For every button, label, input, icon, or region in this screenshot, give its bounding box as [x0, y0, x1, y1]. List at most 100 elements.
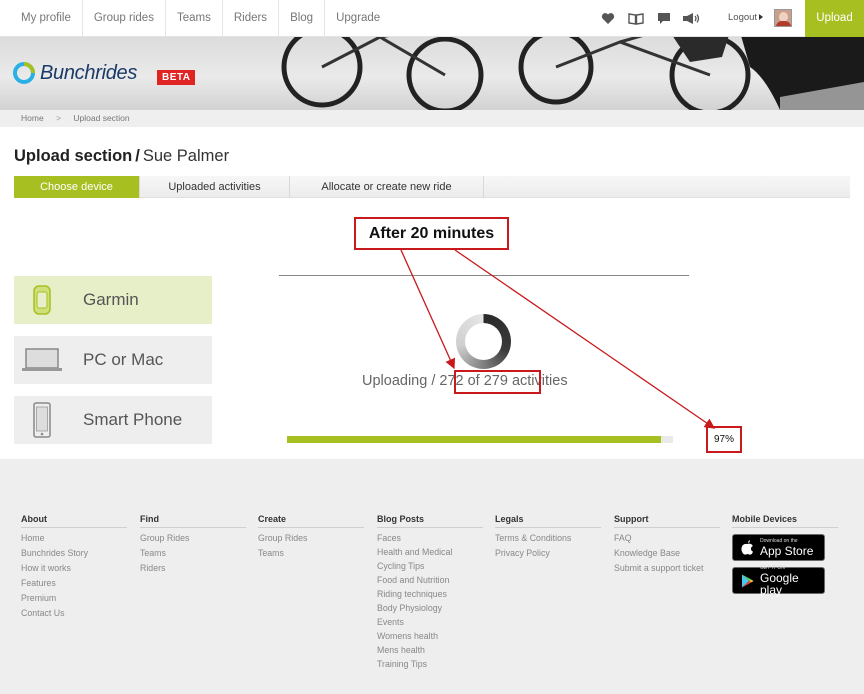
app-store-badge[interactable]: Download on the App Store [732, 534, 825, 561]
page-title-user: Sue Palmer [142, 147, 230, 165]
footer-heading: Blog Posts [377, 514, 483, 528]
footer-col-support: Support FAQ Knowledge Base Submit a supp… [614, 514, 720, 576]
upload-progress-bar [287, 436, 673, 443]
footer-link[interactable]: Terms & Conditions [495, 531, 601, 546]
header-banner: Bunchrides BETA [0, 37, 864, 110]
google-play-badge[interactable]: GET IT ON Google play [732, 564, 825, 597]
loading-spinner-icon [456, 314, 511, 369]
app-store-text: App Store [760, 543, 814, 558]
footer-link[interactable]: Features [21, 576, 127, 591]
main-menu: My profile Group rides Teams Riders Blog… [10, 0, 391, 37]
footer-link[interactable]: Teams [140, 546, 246, 561]
footer-link[interactable]: Food and Nutrition [377, 573, 483, 587]
footer-heading: Create [258, 514, 364, 528]
upload-status-prefix: Uploading / [362, 373, 440, 389]
book-icon[interactable] [622, 0, 650, 37]
megaphone-icon[interactable] [678, 0, 706, 37]
tab-allocate-ride[interactable]: Allocate or create new ride [290, 176, 484, 198]
chat-icon[interactable] [650, 0, 678, 37]
footer-link[interactable]: Group Rides [258, 531, 364, 546]
logout-link[interactable]: Logout [728, 0, 764, 37]
device-pc-mac[interactable]: PC or Mac [14, 336, 212, 384]
footer-link[interactable]: Knowledge Base [614, 546, 720, 561]
tab-uploaded-activities[interactable]: Uploaded activities [140, 176, 290, 198]
title-separator: / [135, 147, 140, 165]
heart-icon[interactable] [594, 0, 622, 37]
cyclists-photo [281, 37, 864, 110]
nav-riders[interactable]: Riders [223, 0, 280, 37]
footer-link[interactable]: Training Tips [377, 657, 483, 671]
footer-link[interactable]: Submit a support ticket [614, 561, 720, 576]
footer-link[interactable]: Bunchrides Story [21, 546, 127, 561]
upload-progress-fill [287, 436, 662, 443]
breadcrumb-current: Upload section [73, 113, 130, 123]
footer-link[interactable]: Home [21, 531, 127, 546]
upload-button[interactable]: Upload [805, 0, 864, 37]
annotation-label: After 20 minutes [354, 217, 509, 250]
footer-col-about: About Home Bunchrides Story How it works… [21, 514, 127, 621]
divider-line [279, 275, 689, 276]
footer-link[interactable]: Body Physiology [377, 601, 483, 615]
breadcrumb: Home > Upload section [0, 110, 864, 127]
nav-upgrade[interactable]: Upgrade [325, 0, 391, 37]
footer-link[interactable]: Cycling Tips [377, 559, 483, 573]
footer-heading: Mobile Devices [732, 514, 838, 528]
app-store-small-text: Download on the [760, 537, 798, 544]
nav-icons [594, 0, 706, 37]
beta-badge: BETA [157, 70, 196, 85]
caret-right-icon [759, 14, 764, 20]
laptop-icon [14, 347, 70, 373]
footer-link[interactable]: Events [377, 615, 483, 629]
footer-link[interactable]: Contact Us [21, 606, 127, 621]
page-title-section: Upload section [14, 147, 133, 165]
footer-link[interactable]: Premium [21, 591, 127, 606]
footer-link[interactable]: Riding techniques [377, 587, 483, 601]
footer-link[interactable]: Privacy Policy [495, 546, 601, 561]
brand-name: Bunchrides [40, 61, 138, 84]
footer-link[interactable]: Health and Medical [377, 545, 483, 559]
device-garmin-label: Garmin [83, 290, 139, 309]
top-nav: My profile Group rides Teams Riders Blog… [0, 0, 864, 37]
footer-link[interactable]: Womens health [377, 629, 483, 643]
nav-blog[interactable]: Blog [279, 0, 326, 37]
nav-my-profile[interactable]: My profile [10, 0, 83, 37]
google-play-text: Google play [759, 570, 799, 597]
device-pc-mac-label: PC or Mac [83, 350, 164, 369]
page-title: Upload section / Sue Palmer [14, 147, 229, 166]
upload-tabs: Choose device Uploaded activities Alloca… [14, 176, 850, 198]
google-play-small-text: GET IT ON [759, 564, 785, 571]
device-smart-phone[interactable]: Smart Phone [14, 396, 212, 444]
footer-col-blog: Blog Posts Faces Health and Medical Cycl… [377, 514, 483, 671]
breadcrumb-separator: > [56, 113, 62, 123]
footer-link[interactable]: Mens health [377, 643, 483, 657]
footer-heading: Legals [495, 514, 601, 528]
bunchrides-logo-icon [13, 62, 35, 84]
annotation-percent: 97% [706, 426, 742, 453]
arrow-to-count [400, 249, 456, 370]
tab-choose-device[interactable]: Choose device [14, 176, 140, 198]
footer-col-legals: Legals Terms & Conditions Privacy Policy [495, 514, 601, 561]
garmin-watch-icon [14, 285, 70, 315]
phone-icon [14, 402, 70, 438]
device-garmin[interactable]: Garmin [14, 276, 212, 324]
avatar[interactable] [774, 9, 792, 27]
footer-link[interactable]: Faces [377, 531, 483, 545]
footer-link[interactable]: FAQ [614, 531, 720, 546]
footer-link[interactable]: Group Rides [140, 531, 246, 546]
footer-heading: About [21, 514, 127, 528]
footer-link[interactable]: Riders [140, 561, 246, 576]
brand-logo[interactable]: Bunchrides [12, 61, 137, 85]
google-play-icon [741, 574, 754, 587]
annotation-count-box [454, 370, 541, 394]
footer-col-mobile: Mobile Devices Download on the App Store… [732, 514, 838, 597]
footer-link[interactable]: How it works [21, 561, 127, 576]
footer-heading: Find [140, 514, 246, 528]
footer-link[interactable]: Teams [258, 546, 364, 561]
nav-teams[interactable]: Teams [166, 0, 223, 37]
footer-col-find: Find Group Rides Teams Riders [140, 514, 246, 576]
device-smart-phone-label: Smart Phone [83, 410, 183, 429]
apple-icon [741, 540, 753, 555]
nav-group-rides[interactable]: Group rides [83, 0, 166, 37]
breadcrumb-home[interactable]: Home [21, 113, 44, 123]
avatar-body [776, 21, 791, 26]
